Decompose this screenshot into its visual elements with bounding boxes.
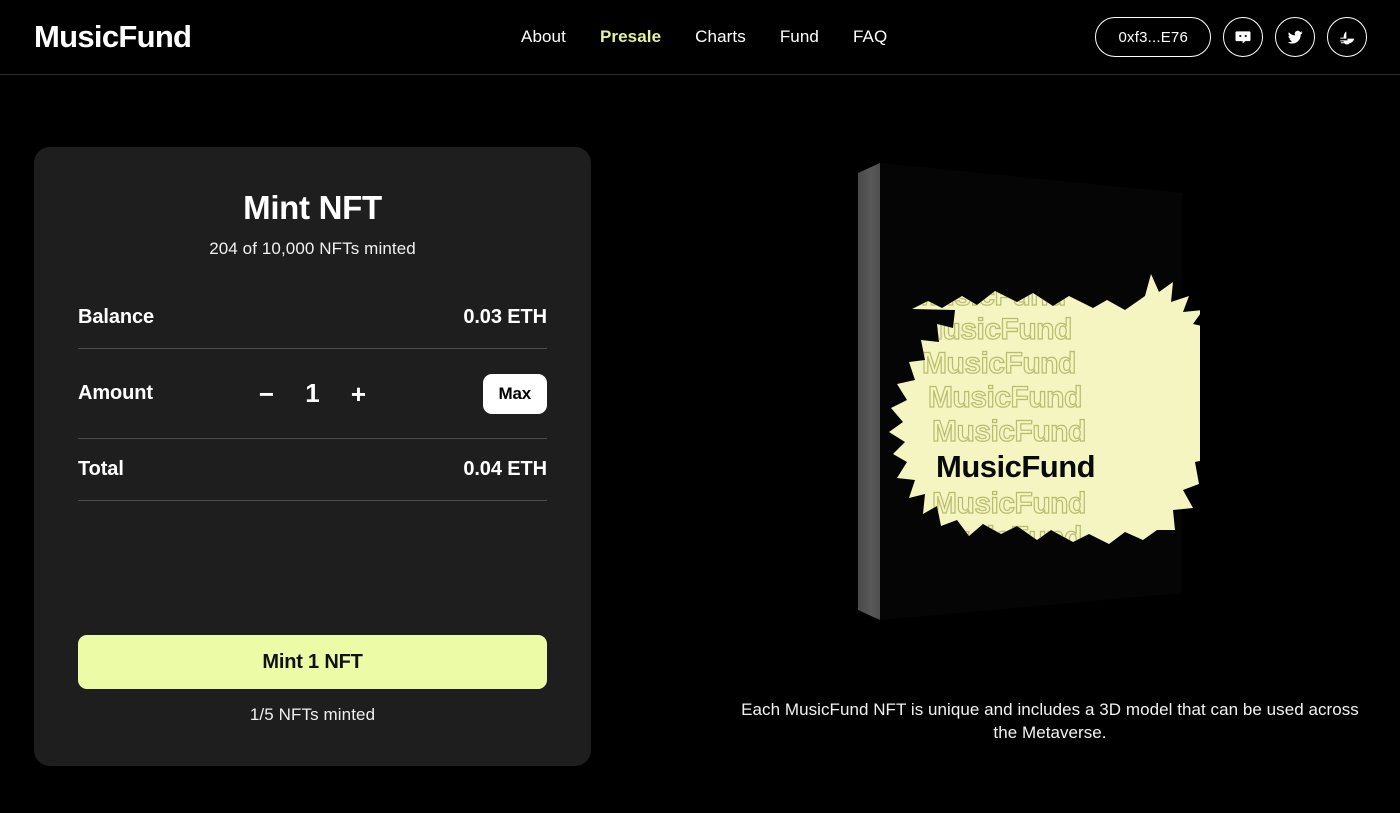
nav-item-presale[interactable]: Presale xyxy=(600,27,661,47)
nft-preview-panel: MusicFund MusicFund MusicFund MusicFund … xyxy=(700,75,1400,813)
balance-label: Balance xyxy=(78,306,155,328)
preview-caption: Each MusicFund NFT is unique and include… xyxy=(741,700,1359,742)
nav-item-about[interactable]: About xyxy=(521,27,566,47)
quantity-value: 1 xyxy=(305,378,320,408)
quantity-stepper: − 1 + xyxy=(259,378,367,409)
nav-item-charts[interactable]: Charts xyxy=(695,27,746,47)
twitter-icon xyxy=(1286,28,1304,46)
page-main: Mint NFT 204 of 10,000 NFTs minted Balan… xyxy=(0,75,1400,813)
discord-link[interactable] xyxy=(1223,17,1263,57)
amount-label: Amount xyxy=(78,382,153,404)
opensea-icon xyxy=(1338,28,1356,46)
increment-button[interactable]: + xyxy=(351,381,367,407)
nft-artwork-svg: MusicFund MusicFund MusicFund MusicFund … xyxy=(858,163,1200,620)
mint-card: Mint NFT 204 of 10,000 NFTs minted Balan… xyxy=(34,147,591,766)
supply-counter: 204 of 10,000 NFTs minted xyxy=(209,239,416,258)
artwork-text-line: MusicFund xyxy=(932,415,1086,448)
total-row: Total 0.04 ETH xyxy=(78,439,547,501)
amount-row: Amount − 1 + Max xyxy=(78,349,547,439)
wallet-address-button[interactable]: 0xf3...E76 xyxy=(1095,17,1211,57)
balance-value: 0.03 ETH xyxy=(463,306,547,328)
page-title: Mint NFT xyxy=(243,189,382,226)
artwork-text-line: MusicFund xyxy=(928,381,1082,414)
main-navigation: About Presale Charts Fund FAQ xyxy=(521,27,887,47)
opensea-link[interactable] xyxy=(1327,17,1367,57)
mint-status-text: 1/5 NFTs minted xyxy=(249,705,376,724)
twitter-link[interactable] xyxy=(1275,17,1315,57)
decrement-button[interactable]: − xyxy=(259,381,275,407)
total-value: 0.04 ETH xyxy=(463,458,547,480)
artwork-text-solid: MusicFund xyxy=(936,449,1095,484)
slab-edge xyxy=(858,163,880,620)
nav-item-faq[interactable]: FAQ xyxy=(853,27,887,47)
artwork-text-line: MusicFund xyxy=(922,347,1076,380)
nav-item-fund[interactable]: Fund xyxy=(780,27,819,47)
total-label: Total xyxy=(78,458,124,480)
max-button[interactable]: Max xyxy=(482,373,547,414)
nft-3d-model[interactable]: MusicFund MusicFund MusicFund MusicFund … xyxy=(700,155,1400,655)
discord-icon xyxy=(1234,28,1252,46)
mint-detail-rows: Balance 0.03 ETH Amount − 1 + Max Total … xyxy=(78,287,547,501)
balance-row: Balance 0.03 ETH xyxy=(78,287,547,349)
mint-button[interactable]: Mint 1 NFT xyxy=(78,635,547,689)
header-actions: 0xf3...E76 xyxy=(1095,17,1367,57)
brand-logo[interactable]: MusicFund xyxy=(34,19,192,55)
artwork-text-line: MusicFund xyxy=(932,487,1086,520)
site-header: MusicFund About Presale Charts Fund FAQ … xyxy=(0,0,1400,75)
